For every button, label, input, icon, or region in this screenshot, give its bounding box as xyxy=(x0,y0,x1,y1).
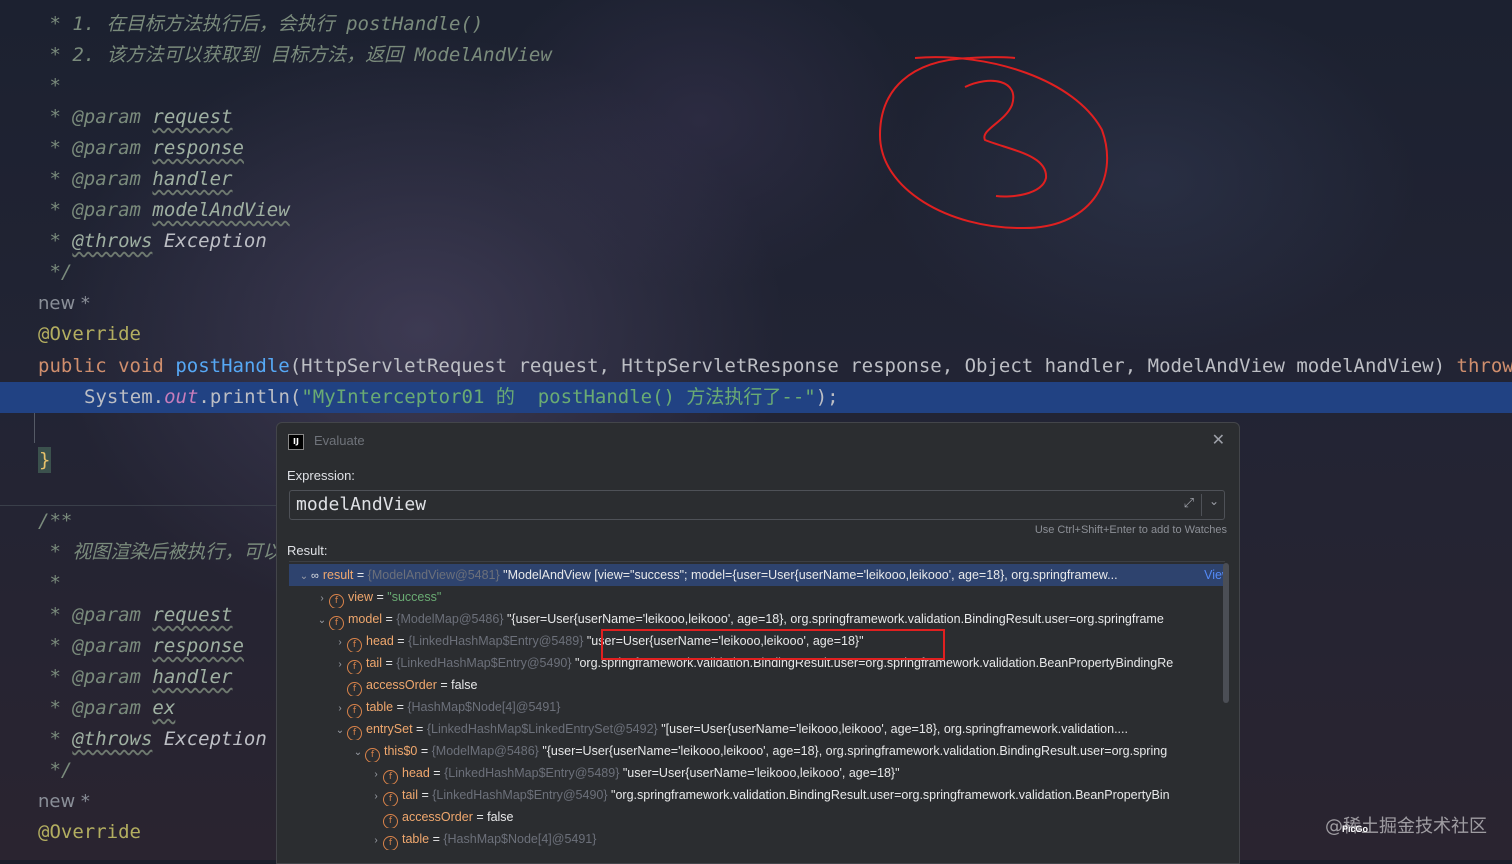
result-scrollbar[interactable] xyxy=(1223,561,1229,863)
comment-line-3: * xyxy=(38,75,61,97)
tree-row-view[interactable]: › f view = "success" xyxy=(289,586,1225,608)
tree-row-table[interactable]: › f table = {HashMap$Node[4]@5491} xyxy=(289,696,1225,718)
intellij-app-icon: IJ xyxy=(288,434,304,450)
red-highlight-box xyxy=(601,629,945,660)
field-icon: f xyxy=(329,616,344,630)
expression-input[interactable] xyxy=(296,491,1156,519)
param-line-request: * @param request xyxy=(38,106,233,128)
result-tree[interactable]: ⌄ ∞ result = {ModelAndView@5481} "ModelAnd… xyxy=(289,561,1225,863)
comment-line-2: * 2. 该方法可以获取到 目标方法，返回 ModelAndView xyxy=(38,44,552,66)
result-label: Result: xyxy=(287,543,328,558)
view-link[interactable]: View xyxy=(1201,564,1225,586)
expand-toggle-icon[interactable]: ⌄ xyxy=(315,610,329,630)
comment-end-line: */ xyxy=(38,261,73,283)
doc-description-line: * 视图渲染后被执行，可以 xyxy=(38,541,282,563)
expand-toggle-icon[interactable]: ⌄ xyxy=(351,742,365,762)
indent-guide xyxy=(34,413,35,443)
println-line: System.out.println("MyInterceptor01 的 po… xyxy=(84,386,839,408)
tree-row-entryset[interactable]: ⌄ f entrySet = {LinkedHashMap$LinkedEntryS… xyxy=(289,718,1225,740)
override-annotation-2: @Override xyxy=(38,821,141,843)
expand-toggle-icon[interactable]: › xyxy=(333,698,347,718)
field-icon: f xyxy=(347,682,362,696)
throws-line: * @throws Exception xyxy=(38,230,267,252)
param2-line-response: * @param response xyxy=(38,635,244,657)
author-hint-2[interactable]: new * xyxy=(38,786,90,817)
field-icon: f xyxy=(347,704,362,718)
expand-toggle-icon[interactable]: ⌄ xyxy=(297,566,311,586)
doc-star-line: * xyxy=(38,572,61,594)
expand-toggle-icon[interactable]: › xyxy=(369,830,383,850)
chevron-down-icon[interactable]: ⌄ xyxy=(1209,494,1219,508)
param-line-modelandview: * @param modelAndView xyxy=(38,199,290,221)
expression-label: Expression: xyxy=(287,468,355,483)
throws2-line: * @throws Exception xyxy=(38,728,267,750)
tree-row-this0[interactable]: ⌄ f this$0 = {ModelMap@5486} "{user=User{u… xyxy=(289,740,1225,762)
close-icon[interactable]: ✕ xyxy=(1212,430,1225,450)
expand-icon[interactable]: ⤢ xyxy=(1184,495,1194,511)
picgo-badge: PicGo xyxy=(1342,824,1369,834)
tree-row-model[interactable]: ⌄ f model = {ModelMap@5486} "{user=User{us… xyxy=(289,608,1225,630)
field-icon: f xyxy=(383,792,398,806)
expand-toggle-icon[interactable]: › xyxy=(369,764,383,784)
expand-toggle-icon[interactable]: › xyxy=(333,632,347,652)
watch-hint: Use Ctrl+Shift+Enter to add to Watches xyxy=(1034,524,1227,536)
override-annotation: @Override xyxy=(38,323,141,345)
tree-row-result[interactable]: ⌄ ∞ result = {ModelAndView@5481} "ModelAnd… xyxy=(289,564,1225,586)
field-icon: f xyxy=(383,836,398,850)
tree-row-accessorder-2[interactable]: f accessOrder = false xyxy=(289,806,1225,828)
scrollbar-thumb[interactable] xyxy=(1223,563,1229,703)
comment2-end-line: */ xyxy=(38,759,73,781)
param2-line-request: * @param request xyxy=(38,604,233,626)
field-icon: f xyxy=(383,770,398,784)
tree-row-accessorder[interactable]: f accessOrder = false xyxy=(289,674,1225,696)
expand-toggle-icon[interactable]: › xyxy=(369,786,383,806)
hand-drawn-annotation-3 xyxy=(878,56,1109,230)
author-hint[interactable]: new * xyxy=(38,288,90,319)
param2-line-ex: * @param ex xyxy=(38,697,176,719)
field-icon: f xyxy=(365,748,380,762)
doc-start-line: /** xyxy=(38,510,73,532)
dialog-title: Evaluate xyxy=(314,433,365,448)
tree-row-table-2[interactable]: › f table = {HashMap$Node[4]@5491} xyxy=(289,828,1225,850)
method-signature: public void postHandle(HttpServletReques… xyxy=(38,355,1512,377)
field-icon: f xyxy=(347,638,362,652)
field-icon: f xyxy=(329,594,344,608)
closing-brace: } xyxy=(38,447,52,473)
tree-row-head-2[interactable]: › f head = {LinkedHashMap$Entry@5489} "use… xyxy=(289,762,1225,784)
field-icon: f xyxy=(347,726,362,740)
field-icon: f xyxy=(383,814,398,828)
dropdown-separator xyxy=(1201,494,1202,516)
param-line-handler: * @param handler xyxy=(38,168,233,190)
watch-glasses-icon: ∞ xyxy=(311,570,319,582)
param2-line-handler: * @param handler xyxy=(38,666,233,688)
tree-row-tail-2[interactable]: › f tail = {LinkedHashMap$Entry@5490} "org… xyxy=(289,784,1225,806)
field-icon: f xyxy=(347,660,362,674)
param-line-response: * @param response xyxy=(38,137,244,159)
expression-box[interactable]: ⤢ ⌄ xyxy=(289,490,1225,520)
expand-toggle-icon[interactable]: › xyxy=(333,654,347,674)
dialog-header[interactable]: IJ Evaluate ✕ xyxy=(277,423,1239,459)
expand-toggle-icon[interactable]: › xyxy=(315,588,329,608)
expand-toggle-icon[interactable]: ⌄ xyxy=(333,720,347,740)
comment-line-1: * 1. 在目标方法执行后，会执行 postHandle() xyxy=(38,13,484,35)
